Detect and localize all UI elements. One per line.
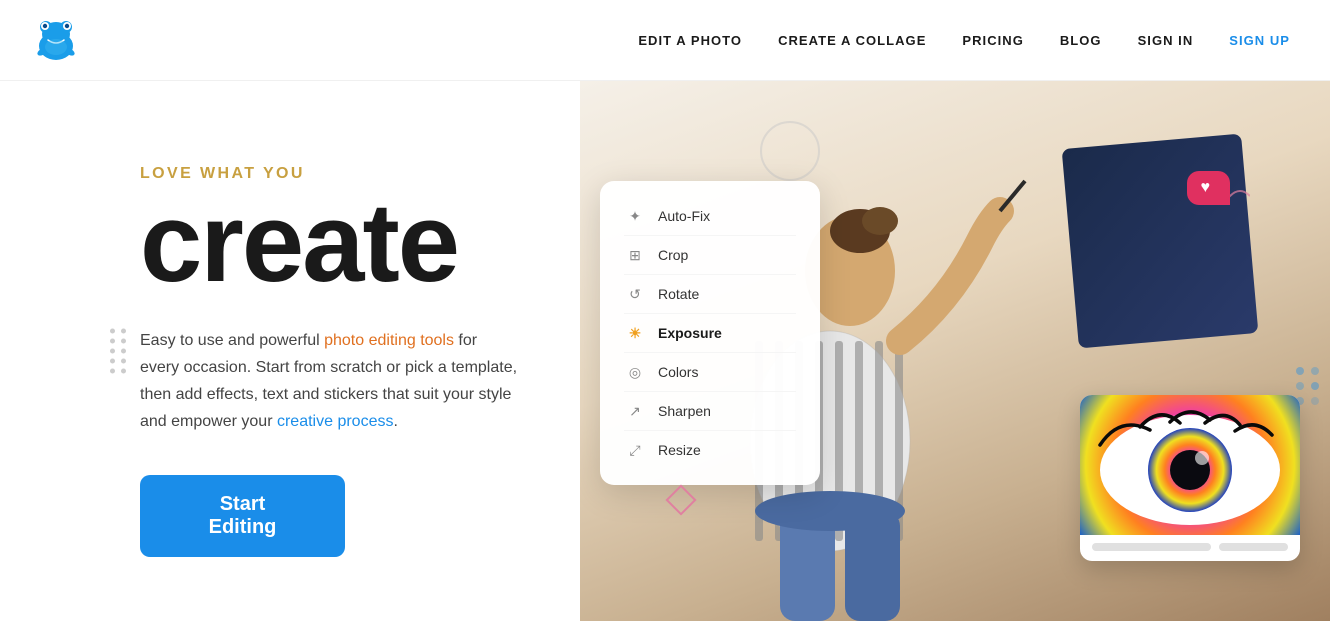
edit-menu-icon-colors: ◎ (624, 361, 646, 383)
edit-menu-label-auto-fix: Auto-Fix (658, 208, 710, 224)
edit-menu-label-exposure: Exposure (658, 325, 722, 341)
edit-menu-item-crop: ⊞ Crop (624, 236, 796, 275)
circle-outline-decoration (760, 121, 820, 181)
desc-highlight-blue: creative process (277, 413, 394, 430)
card-line-long (1092, 543, 1211, 551)
nav-sign-in[interactable]: SIGN IN (1138, 33, 1194, 48)
frog-logo-icon (30, 14, 82, 66)
hero-content-left: LOVE WHAT YOU create Easy to use and pow… (0, 81, 580, 621)
desc-text-3: . (393, 413, 397, 430)
hero-visual-right: ✦ Auto-Fix ⊞ Crop ↺ Rotate ☀ Exposure ◎ Colors ↗ Sh… (580, 81, 1330, 621)
edit-menu-item-sharpen: ↗ Sharpen (624, 392, 796, 431)
edit-menu-icon-sharpen: ↗ (624, 400, 646, 422)
eye-image (1080, 395, 1300, 535)
nav-create-collage[interactable]: CREATE A COLLAGE (778, 33, 926, 48)
edit-menu-label-resize: Resize (658, 442, 701, 458)
site-header: EDIT A PHOTO CREATE A COLLAGE PRICING BL… (0, 0, 1330, 81)
edit-menu-icon-rotate: ↺ (624, 283, 646, 305)
decorative-dots (110, 329, 127, 374)
edit-menu-icon-resize: ⤢ (624, 439, 646, 461)
nav-sign-up[interactable]: SIGN UP (1229, 33, 1290, 48)
logo-area[interactable] (30, 14, 82, 66)
eye-card-info (1080, 535, 1300, 561)
heart-icon: ♥ (1201, 179, 1211, 197)
nav-blog[interactable]: BLOG (1060, 33, 1102, 48)
edit-menu-item-rotate: ↺ Rotate (624, 275, 796, 314)
start-editing-button[interactable]: Start Editing (140, 475, 345, 557)
heart-bubble: ♥ (1187, 171, 1231, 205)
main-nav: EDIT A PHOTO CREATE A COLLAGE PRICING BL… (638, 33, 1290, 48)
edit-menu-icon-crop: ⊞ (624, 244, 646, 266)
edit-menu-card: ✦ Auto-Fix ⊞ Crop ↺ Rotate ☀ Exposure ◎ Colors ↗ Sh… (600, 181, 820, 485)
nav-pricing[interactable]: PRICING (962, 33, 1023, 48)
edit-menu-label-rotate: Rotate (658, 286, 699, 302)
edit-menu-item-exposure: ☀ Exposure (624, 314, 796, 353)
canvas-decoration (1062, 134, 1259, 349)
desc-highlight-orange: photo editing tools (324, 332, 454, 349)
card-line-short (1219, 543, 1288, 551)
edit-menu-label-sharpen: Sharpen (658, 403, 711, 419)
edit-menu-label-crop: Crop (658, 247, 688, 263)
hero-section: LOVE WHAT YOU create Easy to use and pow… (0, 81, 1330, 621)
eye-photo-card (1080, 395, 1300, 561)
edit-menu-item-resize: ⤢ Resize (624, 431, 796, 469)
desc-text-1: Easy to use and powerful (140, 332, 324, 349)
hero-description: Easy to use and powerful photo editing t… (140, 327, 520, 436)
edit-menu-icon-exposure: ☀ (624, 322, 646, 344)
edit-menu-label-colors: Colors (658, 364, 698, 380)
edit-menu-item-auto-fix: ✦ Auto-Fix (624, 197, 796, 236)
nav-edit-photo[interactable]: EDIT A PHOTO (638, 33, 742, 48)
edit-menu-item-colors: ◎ Colors (624, 353, 796, 392)
edit-menu-icon-auto-fix: ✦ (624, 205, 646, 227)
hero-title: create (140, 187, 520, 299)
